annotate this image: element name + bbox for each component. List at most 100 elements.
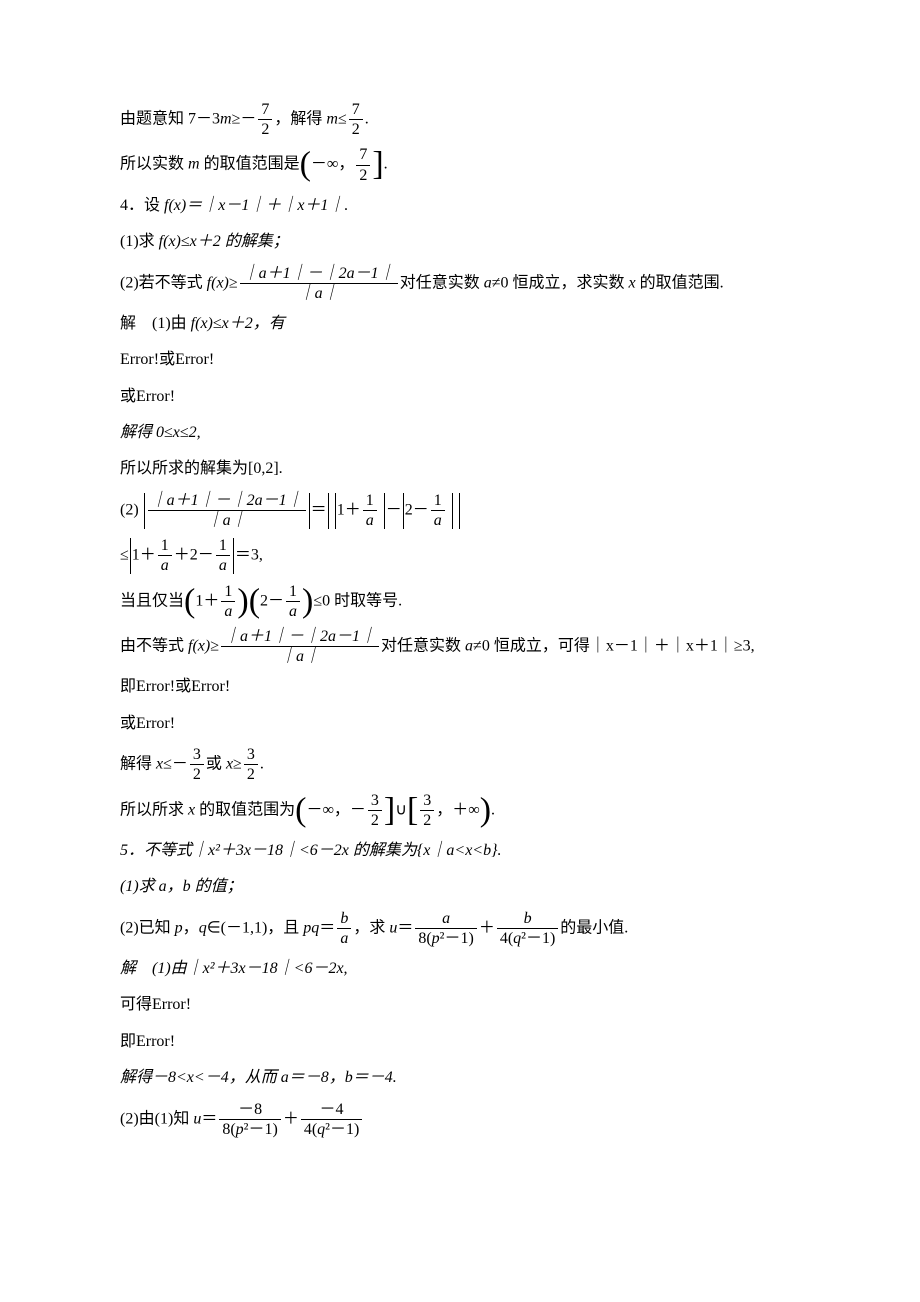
text: (2)已知 [120, 919, 175, 936]
numerator: 1 [158, 536, 172, 555]
text: (x)≤x＋2，有 [195, 315, 285, 332]
text-line: ≤1＋1a＋2－1a＝3, [120, 536, 810, 575]
text-line: 解 (1)由｜x²＋3x－18｜<6－2x, [120, 954, 810, 984]
numerator: －8 [219, 1100, 280, 1119]
numerator: ｜a＋1｜－｜2a－1｜ [221, 627, 379, 646]
text: ≥ [233, 756, 242, 773]
numerator: －4 [301, 1100, 362, 1119]
text-line: 4．设 f(x)＝｜x－1｜＋｜x＋1｜. [120, 191, 810, 221]
left-paren: ( [300, 146, 311, 183]
text: ²－1) [440, 930, 474, 947]
fraction: 1a [286, 582, 300, 621]
text: (2)若不等式 [120, 274, 207, 291]
fraction: b4(q²－1) [497, 909, 558, 948]
numerator: 7 [258, 100, 272, 119]
text: (x)≤x＋2 的解集； [163, 233, 289, 250]
text: ≠0 恒成立，求实数 [492, 274, 629, 291]
text-line: (2)若不等式 f(x)≥｜a＋1｜－｜2a－1｜｜a｜对任意实数 a≠0 恒成… [120, 264, 810, 303]
var-x: x [226, 756, 233, 773]
fraction: 1a [363, 491, 377, 530]
abs-bar [144, 493, 145, 529]
text-line: 由不等式 f(x)≥｜a＋1｜－｜2a－1｜｜a｜对任意实数 a≠0 恒成立，可… [120, 627, 810, 666]
text-line: 所以所求的解集为[0,2]. [120, 454, 810, 484]
text: (x)≥ [211, 274, 238, 291]
denominator: 2 [368, 810, 382, 830]
text: p [236, 1121, 244, 1138]
var-p: p [175, 919, 183, 936]
fraction: 1a [221, 582, 235, 621]
left-paren: ( [184, 582, 195, 619]
text: ＝ [311, 501, 327, 518]
text-line: (1)求 a，b 的值； [120, 872, 810, 902]
fraction: 72 [356, 145, 370, 184]
denominator: 4(q²－1) [497, 928, 558, 948]
right-paren: ) [237, 582, 248, 619]
right-bracket: ] [372, 146, 383, 183]
text: p [432, 930, 440, 947]
text-line: (2)由(1)知 u＝－88(p²－1)＋－44(q²－1) [120, 1100, 810, 1139]
document-page: 由题意知 7－3m≥－72，解得 m≤72. 所以实数 m 的取值范围是(－∞，… [0, 0, 920, 1205]
right-bracket: ] [384, 791, 395, 828]
text-line: 即Error! [120, 1027, 810, 1057]
denominator: a [286, 601, 300, 621]
abs-bar [309, 493, 310, 529]
text: 对任意实数 [381, 637, 465, 654]
denominator: 8(p²－1) [219, 1119, 280, 1139]
numerator: 3 [244, 745, 258, 764]
abs-bar [233, 538, 234, 574]
text-line: 可得Error! [120, 990, 810, 1020]
numerator: 3 [190, 745, 204, 764]
text: ≤0 时取等号. [313, 592, 402, 609]
text-line: 解 (1)由 f(x)≤x＋2，有 [120, 309, 810, 339]
left-paren: ( [249, 582, 260, 619]
text: 由题意知 7－3 [120, 110, 220, 127]
abs-bar [335, 493, 336, 529]
text: －∞， [311, 156, 354, 173]
abs-bar [403, 493, 404, 529]
denominator: 2 [349, 119, 363, 139]
fraction: 32 [244, 745, 258, 784]
var-a: a [465, 637, 473, 654]
numerator: 1 [363, 491, 377, 510]
denominator: 2 [190, 764, 204, 784]
denominator: a [216, 555, 230, 575]
text-line: (1)求 f(x)≤x＋2 的解集； [120, 227, 810, 257]
fraction: 72 [349, 100, 363, 139]
text: 1＋ [132, 547, 156, 564]
text: ＋ [479, 919, 495, 936]
var-pq: pq [303, 919, 319, 936]
denominator: a [158, 555, 172, 575]
text: ＝ [201, 1110, 217, 1127]
text: 4( [500, 930, 513, 947]
fraction: 32 [190, 745, 204, 784]
numerator: 1 [221, 582, 235, 601]
text-line: Error!或Error! [120, 345, 810, 375]
fraction: 1a [158, 536, 172, 575]
text: ＝3, [235, 547, 263, 564]
var-m: m [326, 110, 338, 127]
denominator: 2 [356, 165, 370, 185]
text: . [384, 156, 388, 173]
abs-bar [452, 493, 453, 529]
text: . [491, 801, 495, 818]
text: ≤ [120, 547, 129, 564]
text: ∈(－1,1)，且 [207, 919, 304, 936]
fraction: 1a [216, 536, 230, 575]
text: (x)≥ [192, 637, 219, 654]
text: 或 [206, 756, 226, 773]
fraction: 32 [420, 791, 434, 830]
fraction: a8(p²－1) [415, 909, 476, 948]
numerator: 1 [286, 582, 300, 601]
text-line: 解得 0≤x≤2, [120, 418, 810, 448]
text: 2－ [405, 501, 429, 518]
text: 4( [304, 1121, 317, 1138]
numerator: 3 [420, 791, 434, 810]
var-x: x [629, 274, 636, 291]
right-paren: ) [480, 791, 491, 828]
text: 的取值范围. [636, 274, 724, 291]
text: ≥－ [232, 110, 257, 127]
var-m: m [188, 156, 200, 173]
text: 所以实数 [120, 156, 188, 173]
text: 8( [222, 1121, 235, 1138]
text: 对任意实数 [400, 274, 484, 291]
